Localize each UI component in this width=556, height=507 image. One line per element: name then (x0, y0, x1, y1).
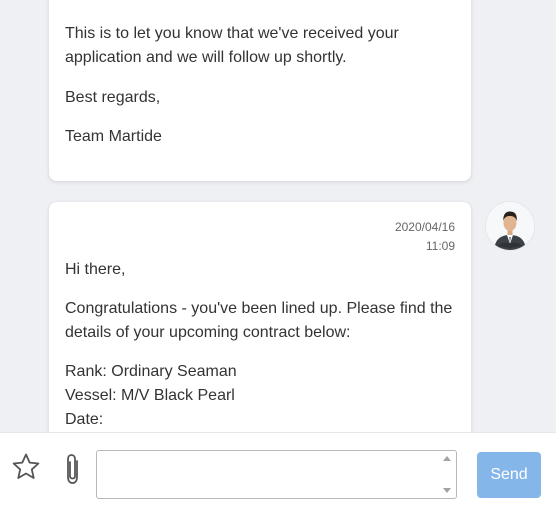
scroll-up-arrow-icon[interactable] (443, 456, 451, 461)
message-composer: Send (0, 432, 556, 507)
message-text: This is to let you know that we've recei… (65, 25, 399, 66)
message-greeting: Hi there, (65, 261, 126, 278)
message-card-contract: 2020/04/16 11:09 Hi there, Congratulatio… (49, 202, 471, 432)
user-avatar-icon (486, 202, 534, 250)
star-outline-icon (12, 453, 40, 479)
message-signoff: Best regards, (65, 89, 161, 106)
favorite-button[interactable] (11, 452, 41, 482)
message-time: 11:09 (425, 239, 455, 253)
message-thread[interactable]: This is to let you know that we've recei… (0, 0, 556, 432)
message-date: 2020/04/16 (394, 220, 455, 234)
message-body: Congratulations - you've been lined up. … (65, 300, 453, 341)
message-timestamp: 2020/04/16 11:09 (65, 218, 455, 256)
message-signature: Team Martide (65, 128, 162, 145)
input-scrollbar[interactable] (439, 452, 455, 497)
sender-avatar (486, 202, 534, 250)
send-button[interactable]: Send (477, 452, 541, 498)
paperclip-icon (67, 454, 78, 484)
scroll-down-arrow-icon[interactable] (443, 488, 451, 493)
message-card-received: This is to let you know that we've recei… (49, 0, 471, 181)
attach-button[interactable] (61, 452, 85, 486)
contract-vessel: Vessel: M/V Black Pearl (65, 387, 235, 404)
contract-rank: Rank: Ordinary Seaman (65, 363, 237, 380)
message-input[interactable] (96, 450, 457, 499)
contract-date: Date: (65, 411, 104, 428)
